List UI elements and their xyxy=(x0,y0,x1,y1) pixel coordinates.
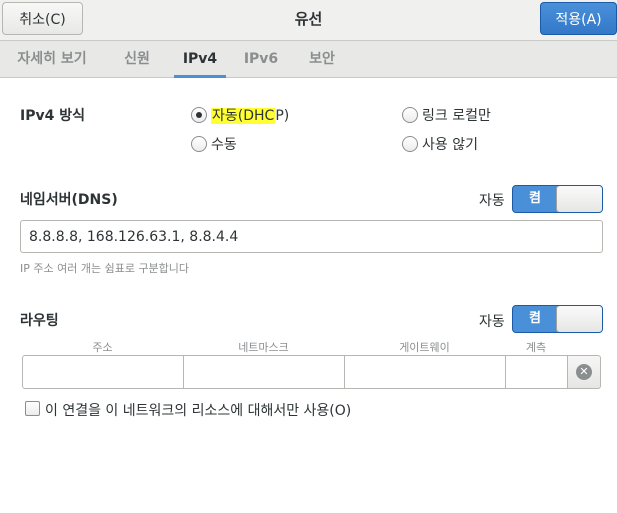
dns-auto-switch[interactable]: 켬 xyxy=(512,185,603,213)
only-local-resources-label: 이 연결을 이 네트워크의 리소스에 대해서만 사용(O) xyxy=(45,403,352,419)
apply-button[interactable]: 적용(A) xyxy=(540,2,617,35)
radio-auto-dhcp-label: 자동(DHCP) xyxy=(211,105,289,125)
column-netmask: 네트마스크 xyxy=(238,341,289,354)
switch-knob xyxy=(556,186,602,212)
dns-hint: IP 주소 여러 개는 쉼표로 구분합니다 xyxy=(20,262,190,275)
route-gateway-input[interactable] xyxy=(344,355,506,389)
route-netmask-input[interactable] xyxy=(183,355,345,389)
dns-label: 네임서버(DNS) xyxy=(20,192,118,208)
column-metric: 계측 xyxy=(525,341,547,354)
only-local-resources-checkbox[interactable] xyxy=(25,401,40,416)
ipv4-method-label: IPv4 방식 xyxy=(20,108,85,124)
radio-unchecked-icon xyxy=(191,136,207,152)
radio-link-local-label: 링크 로컬만 xyxy=(422,108,491,124)
dialog-title: 유선 xyxy=(294,10,323,28)
radio-manual[interactable]: 수동 xyxy=(191,134,237,154)
radio-unchecked-icon xyxy=(402,107,418,123)
cancel-button[interactable]: 취소(C) xyxy=(2,2,83,35)
radio-unchecked-icon xyxy=(402,136,418,152)
tab-ipv4[interactable]: IPv4 xyxy=(174,41,226,78)
header-bar: 취소(C) 유선 적용(A) xyxy=(0,0,617,41)
routing-auto-label: 자동 xyxy=(479,314,505,330)
radio-checked-icon xyxy=(191,107,207,123)
tab-bar: 자세히 보기 신원 IPv4 IPv6 보안 xyxy=(0,41,617,78)
tab-ipv6[interactable]: IPv6 xyxy=(240,41,282,78)
routing-auto-switch[interactable]: 켬 xyxy=(512,305,603,333)
dns-servers-value: 8.8.8.8, 168.126.63.1, 8.8.4.4 xyxy=(29,228,239,245)
radio-label-part: (DHC xyxy=(237,108,275,124)
radio-label-part: 자동 xyxy=(212,108,238,124)
route-address-input[interactable] xyxy=(22,355,184,389)
column-gateway: 게이트웨이 xyxy=(399,341,450,354)
radio-auto-dhcp[interactable]: 자동(DHCP) xyxy=(191,105,289,125)
route-clear-button[interactable]: ✕ xyxy=(567,355,601,389)
column-address: 주소 xyxy=(92,341,113,354)
tab-details[interactable]: 자세히 보기 xyxy=(6,41,98,78)
tab-identity[interactable]: 신원 xyxy=(116,41,158,78)
switch-knob xyxy=(556,306,602,332)
radio-disabled[interactable]: 사용 않기 xyxy=(402,134,478,154)
routing-label: 라우팅 xyxy=(20,313,59,329)
route-metric-input[interactable] xyxy=(505,355,568,389)
dns-auto-label: 자동 xyxy=(479,193,505,209)
tab-security[interactable]: 보안 xyxy=(300,41,344,78)
radio-label-part: P) xyxy=(275,108,290,124)
route-row: ✕ xyxy=(22,355,601,389)
radio-manual-label: 수동 xyxy=(211,137,237,153)
dns-servers-input[interactable]: 8.8.8.8, 168.126.63.1, 8.8.4.4 xyxy=(20,220,603,253)
clear-icon: ✕ xyxy=(576,364,592,380)
radio-disabled-label: 사용 않기 xyxy=(422,137,478,153)
switch-on-label: 켬 xyxy=(529,191,541,206)
switch-on-label: 켬 xyxy=(529,311,541,326)
radio-link-local[interactable]: 링크 로컬만 xyxy=(402,105,491,125)
